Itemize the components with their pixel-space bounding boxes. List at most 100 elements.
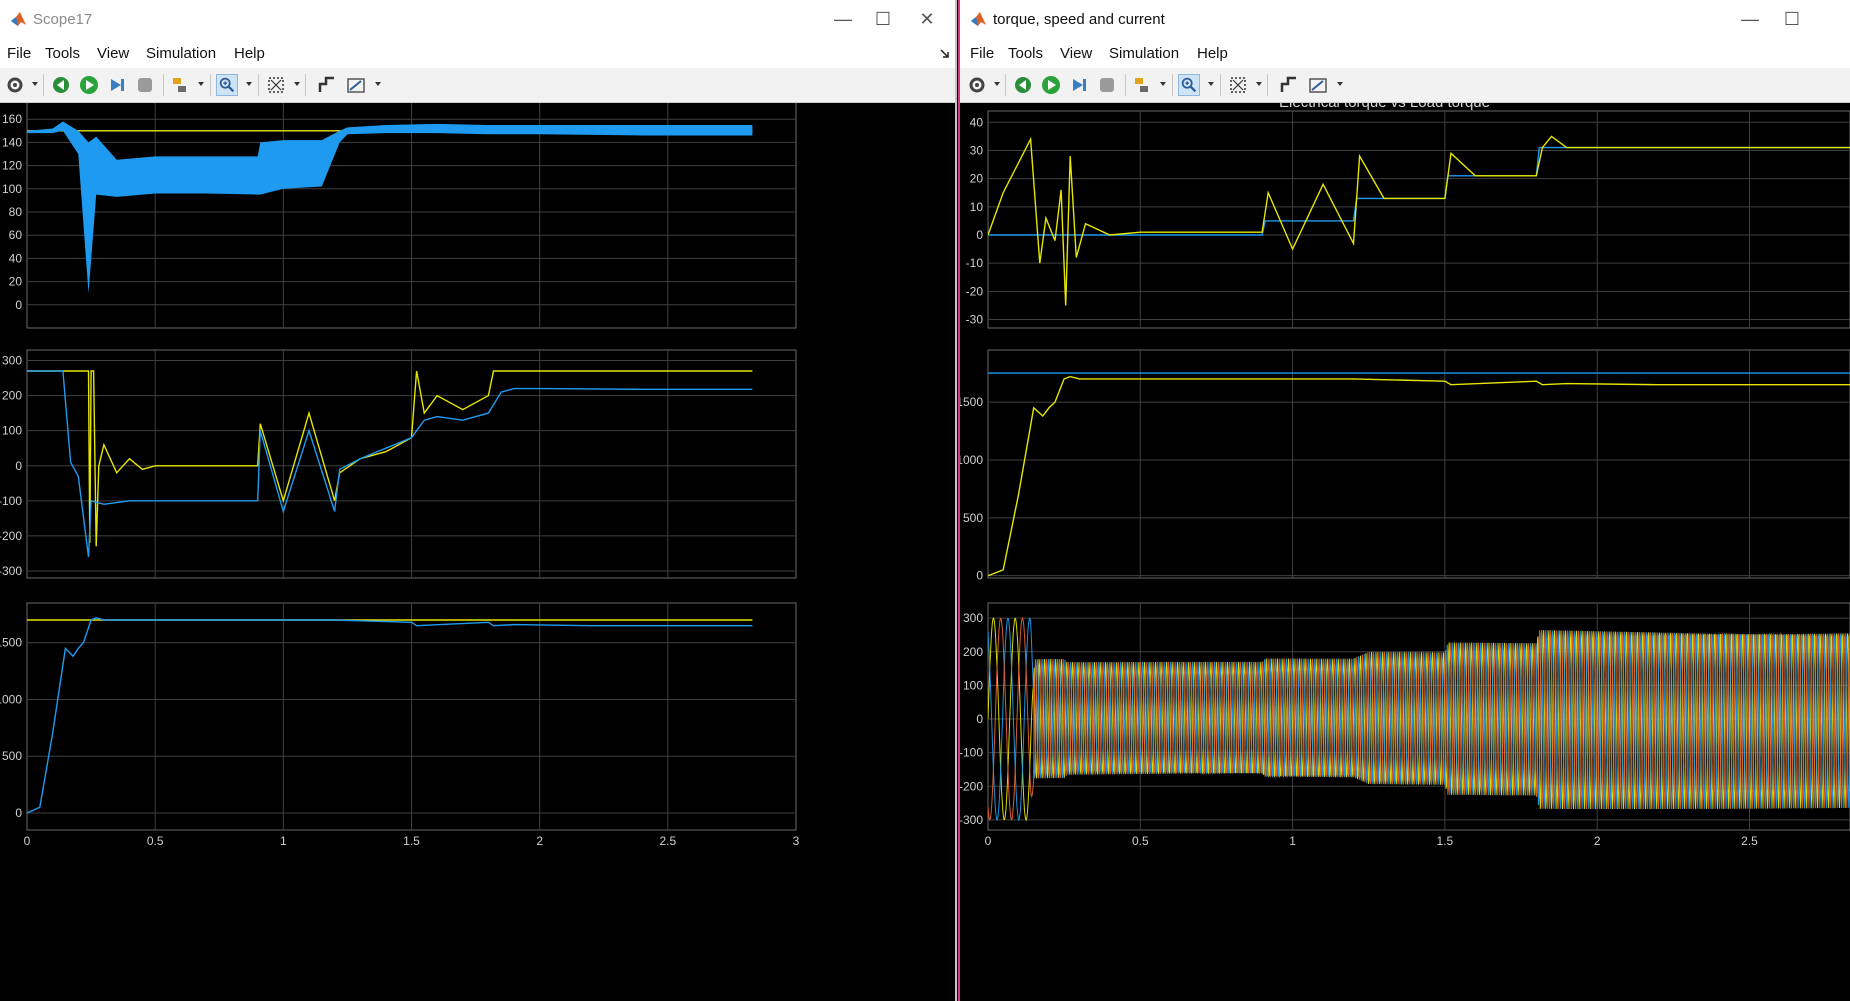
menu-bar: File Tools View Simulation Help bbox=[960, 38, 1850, 68]
zoom-dropdown-icon[interactable] bbox=[246, 82, 252, 86]
highlight-signal-icon[interactable] bbox=[1132, 74, 1154, 96]
y-tick-label: 0 bbox=[15, 459, 22, 473]
y-tick-label: 500 bbox=[2, 749, 22, 763]
y-tick-label: -100 bbox=[0, 494, 22, 508]
maximize-button[interactable]: ☐ bbox=[863, 5, 903, 33]
menu-view[interactable]: View bbox=[97, 45, 129, 62]
x-tick-label: 2.5 bbox=[659, 834, 676, 848]
y-tick-label: 80 bbox=[9, 205, 23, 219]
y-tick-label: -20 bbox=[966, 284, 984, 298]
cursor-measurements-icon[interactable] bbox=[1307, 74, 1329, 96]
torque-speed-current-window: torque, speed and current — ☐ File Tools… bbox=[958, 0, 1850, 1001]
title-bar[interactable]: torque, speed and current — ☐ bbox=[960, 0, 1850, 38]
y-tick-label: 1000 bbox=[960, 453, 983, 467]
zoom-icon[interactable] bbox=[216, 74, 238, 96]
scope-axes: 300 200 100 0 -100 -200 -300 bbox=[0, 349, 797, 579]
highlight-dropdown-icon[interactable] bbox=[198, 82, 204, 86]
fit-view-icon[interactable] bbox=[265, 74, 287, 96]
window-title: Scope17 bbox=[33, 11, 93, 28]
y-tick-label: 0 bbox=[15, 806, 22, 820]
y-tick-label: 10 bbox=[970, 200, 984, 214]
scope17-window: Scope17 — ☐ ✕ File Tools View Simulation… bbox=[0, 0, 957, 1001]
separator bbox=[163, 74, 164, 96]
y-tick-label: 0 bbox=[976, 228, 983, 242]
run-icon[interactable] bbox=[78, 74, 100, 96]
y-tick-label: -30 bbox=[966, 313, 984, 327]
menu-help[interactable]: Help bbox=[234, 45, 265, 62]
y-tick-label: 140 bbox=[2, 135, 22, 149]
y-tick-label: -100 bbox=[960, 746, 983, 760]
step-forward-icon[interactable] bbox=[106, 74, 128, 96]
toolbar bbox=[960, 68, 1850, 103]
separator bbox=[1005, 74, 1006, 96]
y-tick-label: 200 bbox=[963, 645, 983, 659]
scope-axes: 1500 1000 500 0 bbox=[960, 349, 1850, 583]
window-title: torque, speed and current bbox=[993, 11, 1165, 28]
title-bar[interactable]: Scope17 — ☐ ✕ bbox=[0, 0, 955, 38]
menu-file[interactable]: File bbox=[970, 45, 994, 62]
settings-icon[interactable] bbox=[966, 74, 988, 96]
menu-tools[interactable]: Tools bbox=[1008, 45, 1043, 62]
y-tick-label: 100 bbox=[963, 678, 983, 692]
close-button[interactable]: ✕ bbox=[907, 5, 947, 33]
scope-plots: 403020100-10-20-30Electrical torque vs L… bbox=[960, 94, 1850, 848]
menu-view[interactable]: View bbox=[1060, 45, 1092, 62]
y-tick-label: 40 bbox=[9, 251, 23, 265]
y-tick-label: 100 bbox=[2, 424, 22, 438]
x-tick-label: 3 bbox=[793, 834, 800, 848]
settings-icon[interactable] bbox=[4, 74, 26, 96]
y-tick-label: 1500 bbox=[960, 395, 983, 409]
y-tick-label: -300 bbox=[0, 564, 22, 578]
menu-simulation[interactable]: Simulation bbox=[1109, 45, 1179, 62]
scope-axes: 40 30 20 10 0 -10 -20 -30 Electrical torque vs L… bbox=[966, 94, 1850, 329]
y-tick-label: 300 bbox=[963, 611, 983, 625]
chart-title: Electrical torque vs Load torque bbox=[1279, 103, 1490, 111]
scope-axes: 1500 1000 500 00 0.5 1 1.5 2 2.5 3 bbox=[0, 602, 800, 848]
toolbar bbox=[0, 68, 955, 103]
zoom-icon[interactable] bbox=[1178, 74, 1200, 96]
menu-help[interactable]: Help bbox=[1197, 45, 1228, 62]
fit-dropdown-icon[interactable] bbox=[294, 82, 300, 86]
x-tick-label: 2 bbox=[1594, 834, 1601, 848]
menu-simulation[interactable]: Simulation bbox=[146, 45, 216, 62]
minimize-button[interactable]: — bbox=[823, 5, 863, 33]
menu-file[interactable]: File bbox=[7, 45, 31, 62]
y-tick-label: 120 bbox=[2, 159, 22, 173]
y-tick-label: 20 bbox=[970, 172, 984, 186]
y-tick-label: -10 bbox=[966, 256, 984, 270]
maximize-button[interactable]: ☐ bbox=[1772, 5, 1812, 33]
separator bbox=[1172, 74, 1173, 96]
separator bbox=[1267, 74, 1268, 96]
plot-area: 160 140 120 100 80 60 40 20 0 300 200 100 0 -100 -200-… bbox=[0, 88, 955, 1001]
y-tick-label: 60 bbox=[9, 228, 23, 242]
step-back-icon[interactable] bbox=[50, 74, 72, 96]
triggers-icon[interactable] bbox=[316, 74, 338, 96]
run-icon[interactable] bbox=[1040, 74, 1062, 96]
y-tick-label: 300 bbox=[2, 354, 22, 368]
y-tick-label: 200 bbox=[2, 389, 22, 403]
highlight-dropdown-icon[interactable] bbox=[1160, 82, 1166, 86]
stop-icon[interactable] bbox=[134, 74, 156, 96]
y-tick-label: 500 bbox=[963, 511, 983, 525]
zoom-dropdown-icon[interactable] bbox=[1208, 82, 1214, 86]
x-tick-label: 0 bbox=[24, 834, 31, 848]
measurements-dropdown-icon[interactable] bbox=[375, 82, 381, 86]
settings-dropdown-icon[interactable] bbox=[994, 82, 1000, 86]
fit-view-icon[interactable] bbox=[1227, 74, 1249, 96]
step-back-icon[interactable] bbox=[1012, 74, 1034, 96]
highlight-signal-icon[interactable] bbox=[170, 74, 192, 96]
minimize-button[interactable]: — bbox=[1730, 5, 1770, 33]
stop-icon[interactable] bbox=[1096, 74, 1118, 96]
menu-tools[interactable]: Tools bbox=[45, 45, 80, 62]
x-tick-label: 2.5 bbox=[1741, 834, 1758, 848]
step-forward-icon[interactable] bbox=[1068, 74, 1090, 96]
triggers-icon[interactable] bbox=[1278, 74, 1300, 96]
fit-dropdown-icon[interactable] bbox=[1256, 82, 1262, 86]
dock-arrow-icon[interactable] bbox=[939, 48, 951, 60]
scope-axes: 160 140 120 100 80 60 40 20 0 bbox=[2, 95, 797, 329]
y-tick-label: 40 bbox=[970, 115, 984, 129]
cursor-measurements-icon[interactable] bbox=[345, 74, 367, 96]
y-tick-label: -300 bbox=[960, 813, 983, 827]
settings-dropdown-icon[interactable] bbox=[32, 82, 38, 86]
measurements-dropdown-icon[interactable] bbox=[1337, 82, 1343, 86]
